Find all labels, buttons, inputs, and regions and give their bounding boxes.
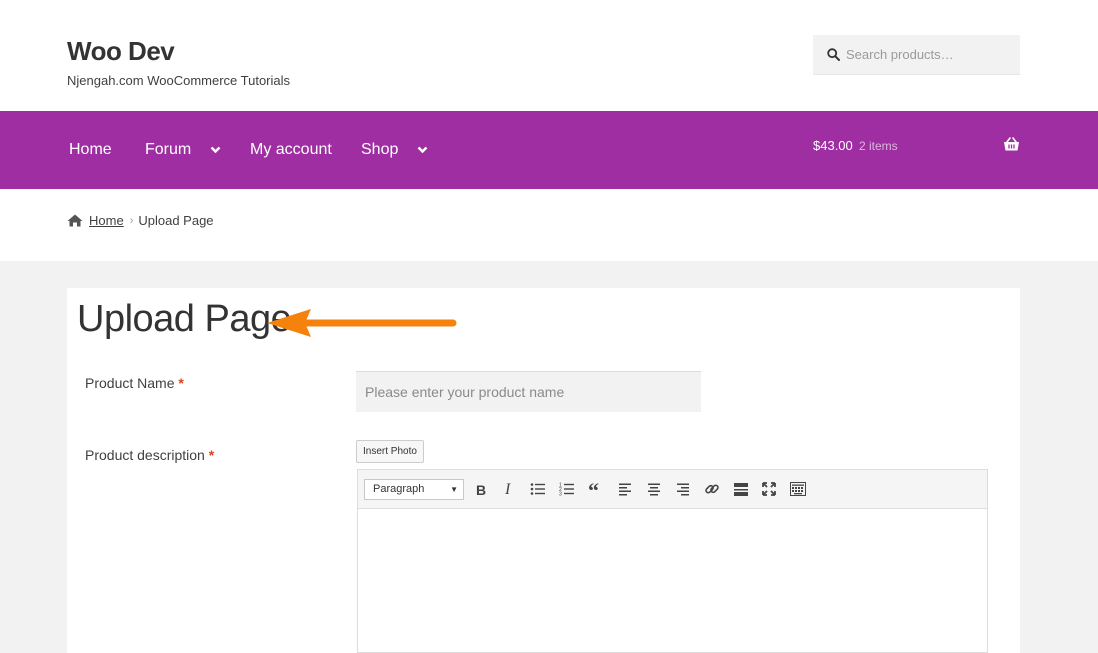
nav-item-forum[interactable]: Forum bbox=[145, 141, 221, 159]
svg-text:B: B bbox=[476, 483, 486, 496]
breadcrumb: Home › Upload Page bbox=[67, 213, 214, 228]
dropdown-caret-icon: ▼ bbox=[450, 485, 458, 494]
chevron-down-icon bbox=[417, 141, 428, 159]
nav-item-my-account[interactable]: My account bbox=[250, 141, 332, 159]
chevron-down-icon bbox=[210, 141, 221, 159]
product-name-label: Product Name * bbox=[85, 375, 184, 391]
insert-photo-button[interactable]: Insert Photo bbox=[356, 440, 424, 463]
basket-icon[interactable] bbox=[1003, 137, 1020, 157]
required-marker: * bbox=[208, 447, 215, 463]
nav-item-shop[interactable]: Shop bbox=[361, 141, 428, 159]
bold-icon[interactable]: B bbox=[472, 480, 490, 498]
nav-item-label: My account bbox=[250, 141, 332, 158]
cart-count[interactable]: 2 items bbox=[859, 139, 898, 153]
link-icon[interactable] bbox=[703, 480, 721, 498]
required-marker: * bbox=[178, 375, 184, 391]
breadcrumb-separator: › bbox=[129, 214, 134, 227]
breadcrumb-home-link[interactable]: Home bbox=[89, 213, 124, 228]
italic-icon[interactable]: I bbox=[500, 480, 518, 498]
site-title[interactable]: Woo Dev bbox=[67, 36, 175, 67]
blockquote-icon[interactable]: “ bbox=[587, 480, 605, 498]
home-icon bbox=[67, 214, 83, 227]
numbered-list-icon[interactable]: 1 2 3 bbox=[558, 480, 576, 498]
search-placeholder: Search products… bbox=[846, 47, 954, 62]
align-right-icon[interactable] bbox=[674, 480, 692, 498]
svg-text:I: I bbox=[504, 482, 511, 496]
nav-item-home[interactable]: Home bbox=[69, 141, 112, 159]
page-title: Upload Page bbox=[77, 298, 292, 340]
product-name-input[interactable] bbox=[356, 371, 701, 412]
search-icon bbox=[827, 48, 840, 61]
align-left-icon[interactable] bbox=[616, 480, 634, 498]
nav-item-label: Shop bbox=[361, 141, 399, 159]
fullscreen-icon[interactable] bbox=[760, 480, 778, 498]
rich-text-editor[interactable]: Paragraph ▼ B I 1 2 3 “ bbox=[357, 469, 988, 653]
nav-item-label: Home bbox=[69, 141, 112, 158]
toolbar-toggle-icon[interactable] bbox=[789, 480, 807, 498]
breadcrumb-current: Upload Page bbox=[138, 213, 214, 228]
bullet-list-icon[interactable] bbox=[529, 480, 547, 498]
align-center-icon[interactable] bbox=[645, 480, 663, 498]
read-more-icon[interactable] bbox=[732, 480, 750, 498]
product-description-label: Product description * bbox=[85, 447, 215, 463]
site-description: Njengah.com WooCommerce Tutorials bbox=[67, 73, 291, 88]
cart-total[interactable]: $43.00 bbox=[813, 138, 853, 153]
search-field[interactable]: Search products… bbox=[813, 35, 1020, 75]
format-select[interactable]: Paragraph ▼ bbox=[364, 479, 464, 500]
editor-toolbar: Paragraph ▼ B I 1 2 3 “ bbox=[358, 470, 987, 509]
svg-text:3: 3 bbox=[559, 492, 562, 497]
nav-item-label: Forum bbox=[145, 141, 192, 159]
svg-text:“: “ bbox=[588, 482, 599, 496]
arrow-annotation bbox=[267, 309, 457, 337]
